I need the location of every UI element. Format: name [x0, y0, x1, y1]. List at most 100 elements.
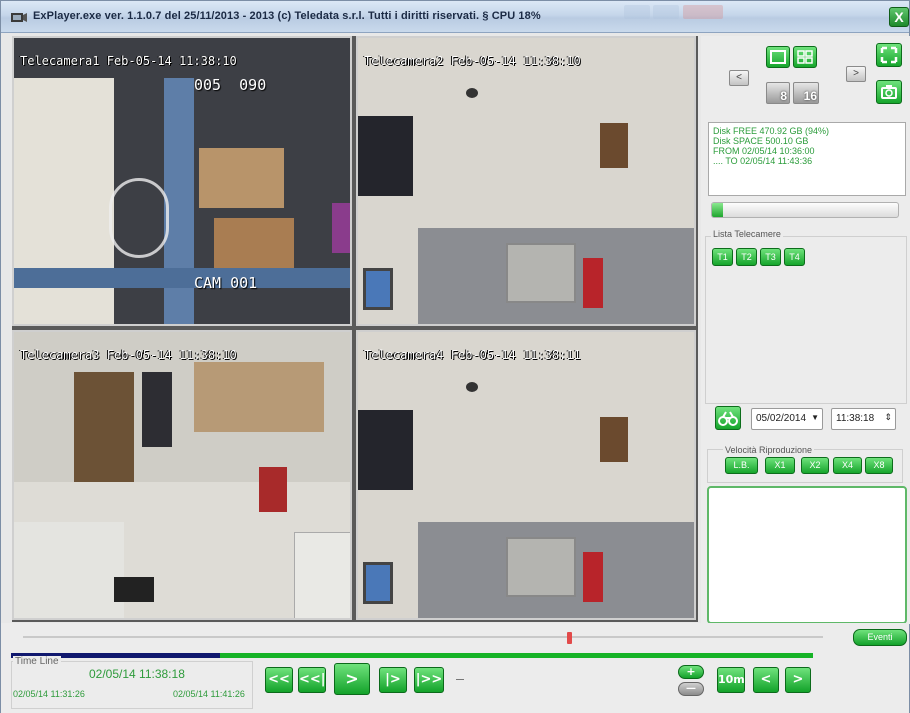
layout-16-button[interactable]: 16 — [793, 82, 819, 104]
zoom-in-button[interactable]: + — [678, 665, 704, 679]
crt-monitor — [506, 537, 576, 597]
camera-list-title: Lista Telecamere — [711, 229, 783, 239]
purple-item — [332, 203, 350, 253]
osd-counter: 005 090 — [194, 76, 267, 94]
ceiling-camera — [466, 88, 478, 98]
fullscreen-icon — [880, 46, 898, 64]
disk-space: Disk SPACE 500.10 GB — [713, 136, 809, 146]
warehouse-shelf — [14, 78, 114, 324]
window-title: ExPlayer.exe ver. 1.1.0.7 del 25/11/2013… — [33, 10, 541, 22]
speed-x4-button[interactable]: X4 — [833, 457, 862, 474]
camera-label-2: Telecamera2 Feb-05-14 11:38:10 — [364, 54, 581, 68]
camera-toggle-t3[interactable]: T3 — [760, 248, 781, 266]
pc-case — [294, 532, 350, 618]
ghost-minimize-icon — [624, 5, 650, 19]
camera-icon — [881, 85, 897, 99]
seek-track[interactable] — [23, 636, 823, 638]
time-value: 11:38:18 — [836, 413, 875, 424]
osd-camera-id: CAM 001 — [194, 274, 258, 292]
wall-poster — [358, 116, 413, 196]
disk-usage-bar — [711, 202, 899, 218]
single-view-icon — [770, 50, 786, 64]
red-chair — [583, 552, 603, 602]
wall-poster — [358, 410, 413, 490]
playback-bar: Eventi Time Line 02/05/14 11:38:18 02/05… — [1, 623, 909, 713]
timeline-end: 02/05/14 11:41:26 — [173, 689, 245, 699]
interval-button[interactable]: 10m — [717, 667, 745, 693]
cabinet — [600, 417, 628, 462]
camera-toggle-t2[interactable]: T2 — [736, 248, 757, 266]
timeline-progress[interactable] — [11, 653, 813, 658]
camera-view-2[interactable]: Telecamera2 Feb-05-14 11:38:10 — [356, 36, 696, 326]
step-forward-button[interactable]: |> — [379, 667, 407, 693]
shelf-beam — [14, 268, 350, 288]
red-chair — [583, 258, 603, 308]
fullscreen-button[interactable] — [876, 43, 902, 67]
spinner-icon: ⇕ — [884, 412, 892, 422]
timeline-title: Time Line — [13, 656, 61, 667]
binoculars-icon — [718, 411, 738, 426]
layout-8-button[interactable]: 8 — [766, 82, 790, 104]
lcd-screen — [363, 268, 393, 310]
separator-dash — [456, 679, 464, 680]
red-chair — [259, 467, 287, 512]
camera-toggle-t1[interactable]: T1 — [712, 248, 733, 266]
hanging-jacket — [142, 372, 172, 447]
ghost-close-icon — [683, 5, 723, 19]
camera-label-4: Telecamera4 Feb-05-14 11:38:11 — [364, 348, 581, 362]
search-button[interactable] — [715, 406, 741, 430]
camera-view-4[interactable]: Telecamera4 Feb-05-14 11:38:11 — [356, 330, 696, 620]
app-icon — [11, 13, 27, 22]
quad-view-icon — [797, 50, 813, 64]
time-spinner[interactable]: 11:38:18 ⇕ — [831, 408, 896, 430]
quad-view-button[interactable] — [793, 46, 817, 68]
speed-x2-button[interactable]: X2 — [801, 457, 829, 474]
zoom-out-button[interactable]: — — [678, 682, 704, 696]
rewind-button[interactable]: << — [265, 667, 293, 693]
crt-monitor — [506, 243, 576, 303]
camera-grid: Telecamera1 Feb-05-14 11:38:10 005 090 C… — [12, 36, 698, 622]
single-view-button[interactable] — [766, 46, 790, 68]
prev-page-button[interactable]: < — [729, 70, 749, 86]
date-value: 05/02/2014 — [756, 413, 807, 424]
timeline-current: 02/05/14 11:38:18 — [89, 667, 185, 681]
cable-bundle — [109, 178, 169, 258]
chevron-down-icon: ▼ — [811, 413, 819, 422]
close-button[interactable]: X — [889, 7, 909, 27]
box-shelves — [194, 362, 324, 432]
event-log-box[interactable] — [707, 486, 907, 624]
play-button[interactable]: > — [334, 663, 370, 695]
speed-x1-button[interactable]: X1 — [765, 457, 795, 474]
cardboard-box — [199, 148, 284, 208]
control-panel: < > 8 16 Disk FREE 470.92 GB (94%) Disk … — [701, 36, 910, 624]
computer-station — [14, 522, 124, 618]
camera-toggle-t4[interactable]: T4 — [784, 248, 805, 266]
record-from: FROM 02/05/14 10:36:00 — [713, 146, 815, 156]
record-to: .... TO 02/05/14 11:43:36 — [713, 156, 813, 166]
cabinet — [600, 123, 628, 168]
speed-lb-button[interactable]: L.B. — [725, 457, 758, 474]
camera-label-3: Telecamera3 Feb-05-14 11:38:10 — [20, 348, 237, 362]
disk-info-box: Disk FREE 470.92 GB (94%) Disk SPACE 500… — [708, 122, 906, 196]
camera-label-1: Telecamera1 Feb-05-14 11:38:10 — [20, 54, 237, 68]
forward-button[interactable]: |>> — [414, 667, 444, 693]
step-back-button[interactable]: <<| — [298, 667, 326, 693]
next-page-button[interactable]: > — [846, 66, 866, 82]
date-picker[interactable]: 05/02/2014 ▼ — [751, 408, 823, 430]
events-button[interactable]: Eventi — [853, 629, 907, 646]
layout-8-label: 8 — [780, 89, 787, 103]
camera-view-3[interactable]: Telecamera3 Feb-05-14 11:38:10 — [12, 330, 352, 620]
ceiling-camera — [466, 382, 478, 392]
timeline-prev-button[interactable]: < — [753, 667, 779, 693]
printer — [114, 577, 154, 602]
disk-usage-fill — [712, 203, 724, 217]
seek-thumb[interactable] — [567, 632, 572, 644]
ghost-maximize-icon — [653, 5, 679, 19]
disk-free: Disk FREE 470.92 GB (94%) — [713, 126, 830, 136]
snapshot-button[interactable] — [876, 80, 902, 104]
lcd-screen — [363, 562, 393, 604]
speed-x8-button[interactable]: X8 — [865, 457, 893, 474]
timeline-next-button[interactable]: > — [785, 667, 811, 693]
camera-view-1[interactable]: Telecamera1 Feb-05-14 11:38:10 005 090 C… — [12, 36, 352, 326]
player-window: ExPlayer.exe ver. 1.1.0.7 del 25/11/2013… — [0, 0, 910, 713]
